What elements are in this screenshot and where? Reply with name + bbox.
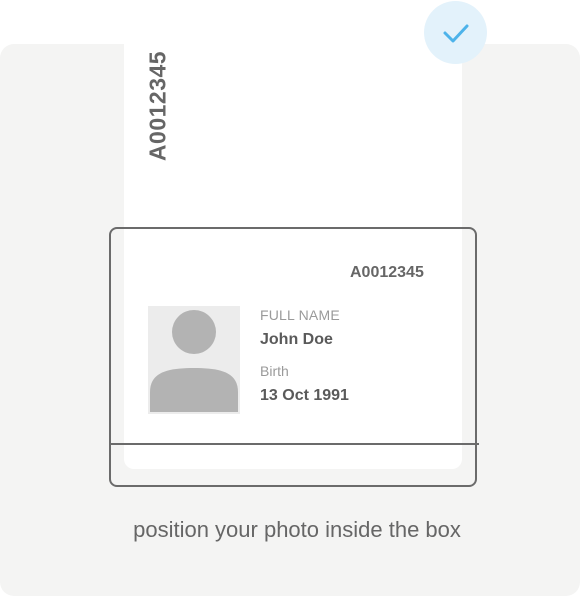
birth-value: 13 Oct 1991 <box>260 387 349 404</box>
confirm-button[interactable] <box>424 1 487 64</box>
full-name-label: FULL NAME <box>260 307 340 323</box>
birth-label: Birth <box>260 363 289 379</box>
avatar-placeholder-icon <box>148 306 240 414</box>
checkmark-icon <box>443 24 469 43</box>
frame-guide-line <box>109 443 479 445</box>
instruction-text: position your photo inside the box <box>133 517 461 542</box>
card-number: A0012345 <box>350 264 424 281</box>
document-vertical-number: A0012345 <box>144 50 171 162</box>
full-name-value: John Doe <box>260 331 333 348</box>
photo-capture-screen: A0012345 A0012345 FULL NAME John Doe Bir… <box>0 0 580 596</box>
